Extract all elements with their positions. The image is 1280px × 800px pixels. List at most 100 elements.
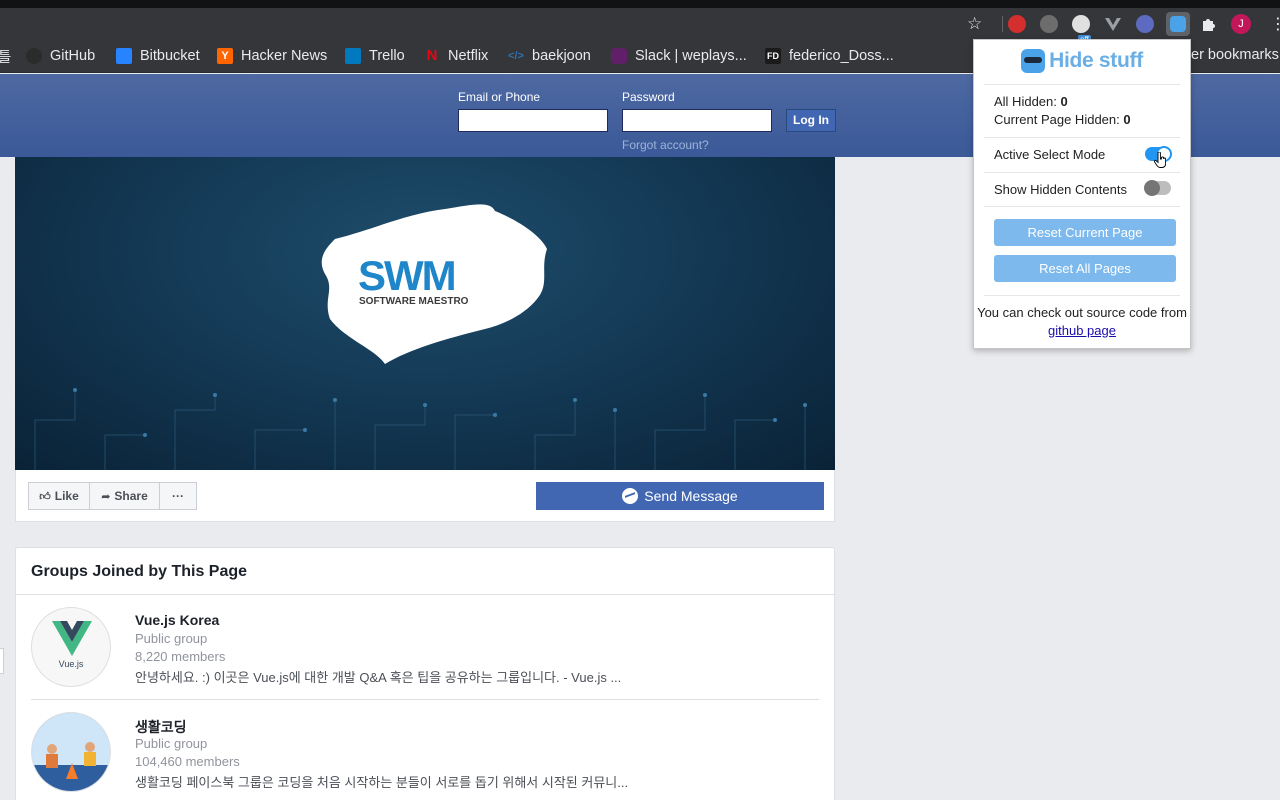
hide-stuff-popup: Hide stuff All Hidden: 0 Current Page Hi… xyxy=(973,39,1191,349)
swm-logo-subtitle: SOFTWARE MAESTRO xyxy=(359,296,469,307)
popup-header: Hide stuff xyxy=(974,40,1190,82)
trello-icon xyxy=(345,48,361,64)
window-top-strip xyxy=(0,0,1280,8)
bookmark-label: GitHub xyxy=(50,48,96,64)
divider xyxy=(984,84,1180,85)
bookmark-hacker-news[interactable]: Y Hacker News xyxy=(217,47,327,65)
saenghwal-coding-group-avatar[interactable] xyxy=(31,712,111,792)
bookmark-folder-cut[interactable]: 틀 xyxy=(0,47,11,66)
reset-all-pages-button[interactable]: Reset All Pages xyxy=(994,255,1176,282)
bookmark-label: Bitbucket xyxy=(140,48,200,64)
group-name[interactable]: Vue.js Korea xyxy=(135,612,219,628)
all-hidden-value: 0 xyxy=(1060,94,1068,109)
circuit-pattern xyxy=(34,388,807,470)
gear-extension-icon[interactable] xyxy=(1040,15,1058,33)
bitbucket-icon xyxy=(116,48,132,64)
share-button[interactable]: ➦ Share xyxy=(89,482,160,510)
bookmark-federico[interactable]: FD federico_Doss... xyxy=(765,47,894,65)
baekjoon-icon: </> xyxy=(508,50,524,62)
bookmark-baekjoon[interactable]: </> baekjoon xyxy=(508,47,591,65)
bookmark-github[interactable]: GitHub xyxy=(26,47,95,65)
current-hidden-stat: Current Page Hidden: 0 xyxy=(994,112,1131,127)
campfire-illustration-icon xyxy=(32,713,110,791)
hide-stuff-logo-icon xyxy=(1021,49,1046,73)
divider xyxy=(984,206,1180,207)
footer-text: You can check out source code from xyxy=(977,305,1187,320)
bookmark-star-icon[interactable]: ☆ xyxy=(967,15,982,33)
toggle-knob xyxy=(1144,180,1160,196)
thumbs-up-icon: 👍︎ xyxy=(39,489,51,503)
bookmark-label: Netflix xyxy=(448,48,489,64)
popup-footer: You can check out source code from githu… xyxy=(974,304,1190,340)
email-label: Email or Phone xyxy=(458,90,541,104)
current-hidden-label: Current Page Hidden: xyxy=(994,112,1120,127)
groups-title: Groups Joined by This Page xyxy=(31,563,248,580)
group-type: Public group xyxy=(135,736,208,751)
vue-logo-icon xyxy=(52,621,92,656)
group-type: Public group xyxy=(135,631,208,646)
swm-logo-text: SWM xyxy=(358,252,457,299)
toolbar-separator xyxy=(1002,16,1003,32)
slack-icon xyxy=(611,48,627,64)
extensions-puzzle-icon[interactable] xyxy=(1200,15,1218,33)
current-hidden-value: 0 xyxy=(1123,112,1131,127)
send-message-label: Send Message xyxy=(644,488,738,504)
show-hidden-toggle[interactable] xyxy=(1144,180,1171,196)
password-field[interactable] xyxy=(622,109,772,132)
login-button[interactable]: Log In xyxy=(786,109,836,132)
send-message-button[interactable]: Send Message xyxy=(536,482,824,510)
bookmark-trello[interactable]: Trello xyxy=(345,47,405,65)
password-label: Password xyxy=(622,90,675,104)
hand-cursor-icon xyxy=(1154,152,1166,168)
more-options-button[interactable]: ··· xyxy=(159,482,197,510)
adblock-extension-icon[interactable] xyxy=(1008,15,1026,33)
fd-icon: FD xyxy=(765,48,781,64)
reset-current-page-button[interactable]: Reset Current Page xyxy=(994,219,1176,246)
bookmark-label: Trello xyxy=(369,48,405,64)
github-page-link[interactable]: github page xyxy=(1048,323,1116,338)
page-action-bar: 👍︎ Like ➦ Share ··· Send Message xyxy=(15,470,835,522)
github-icon xyxy=(26,48,42,64)
chat-extension-icon[interactable] xyxy=(1072,15,1090,33)
group-description: 생활코딩 페이스북 그룹은 코딩을 처음 시작하는 분들이 서로를 돕기 위해서… xyxy=(135,775,629,790)
group-description: 안녕하세요. :) 이곳은 Vue.js에 대한 개발 Q&A 혹은 팁을 공유… xyxy=(135,670,622,685)
messenger-icon xyxy=(622,488,639,504)
like-button[interactable]: 👍︎ Like xyxy=(28,482,90,510)
group-name[interactable]: 생활코딩 xyxy=(135,717,187,737)
divider xyxy=(984,172,1180,173)
vue-avatar-text: Vue.js xyxy=(58,659,84,669)
bookmark-label: Hacker News xyxy=(241,48,328,64)
groups-card: Groups Joined by This Page Vue.js Vue.js… xyxy=(15,547,835,800)
bookmark-slack[interactable]: Slack | weplays... xyxy=(611,47,747,65)
hacker-news-icon: Y xyxy=(217,48,233,64)
active-select-label: Active Select Mode xyxy=(994,147,1106,162)
bookmark-netflix[interactable]: N Netflix xyxy=(424,47,489,65)
show-hidden-label: Show Hidden Contents xyxy=(994,182,1127,197)
divider xyxy=(984,295,1180,296)
email-field[interactable] xyxy=(458,109,608,132)
forgot-account-link[interactable]: Forgot account? xyxy=(622,138,709,152)
profile-avatar[interactable]: J xyxy=(1231,14,1251,34)
bookmark-label: Slack | weplays... xyxy=(635,48,747,64)
share-arrow-icon: ➦ xyxy=(101,489,111,503)
popup-title: Hide stuff xyxy=(1049,49,1143,72)
vue-devtools-extension-icon[interactable] xyxy=(1104,15,1122,33)
bookmark-label: baekjoon xyxy=(532,48,591,64)
group-members: 8,220 members xyxy=(135,649,226,664)
like-label: Like xyxy=(54,489,79,503)
all-hidden-stat: All Hidden: 0 xyxy=(994,94,1068,109)
side-chat-tab[interactable] xyxy=(0,648,4,674)
hide-stuff-extension-icon[interactable] xyxy=(1166,12,1190,36)
group-row[interactable]: Vue.js Vue.js Korea Public group 8,220 m… xyxy=(31,595,821,695)
vuejs-group-avatar[interactable]: Vue.js xyxy=(31,607,111,687)
browser-toolbar: ☆ off J ⋮ xyxy=(0,8,1280,44)
bookmark-bitbucket[interactable]: Bitbucket xyxy=(116,47,200,65)
group-members: 104,460 members xyxy=(135,754,240,769)
check-extension-icon[interactable] xyxy=(1136,15,1154,33)
netflix-icon: N xyxy=(426,47,438,64)
other-bookmarks-label[interactable]: er bookmarks xyxy=(1191,47,1279,63)
share-label: Share xyxy=(114,489,148,503)
cover-photo[interactable]: SWM SOFTWARE MAESTRO xyxy=(15,157,835,470)
group-row[interactable]: 생활코딩 Public group 104,460 members 생활코딩 페… xyxy=(31,700,821,800)
browser-menu-icon[interactable]: ⋮ xyxy=(1270,15,1280,33)
